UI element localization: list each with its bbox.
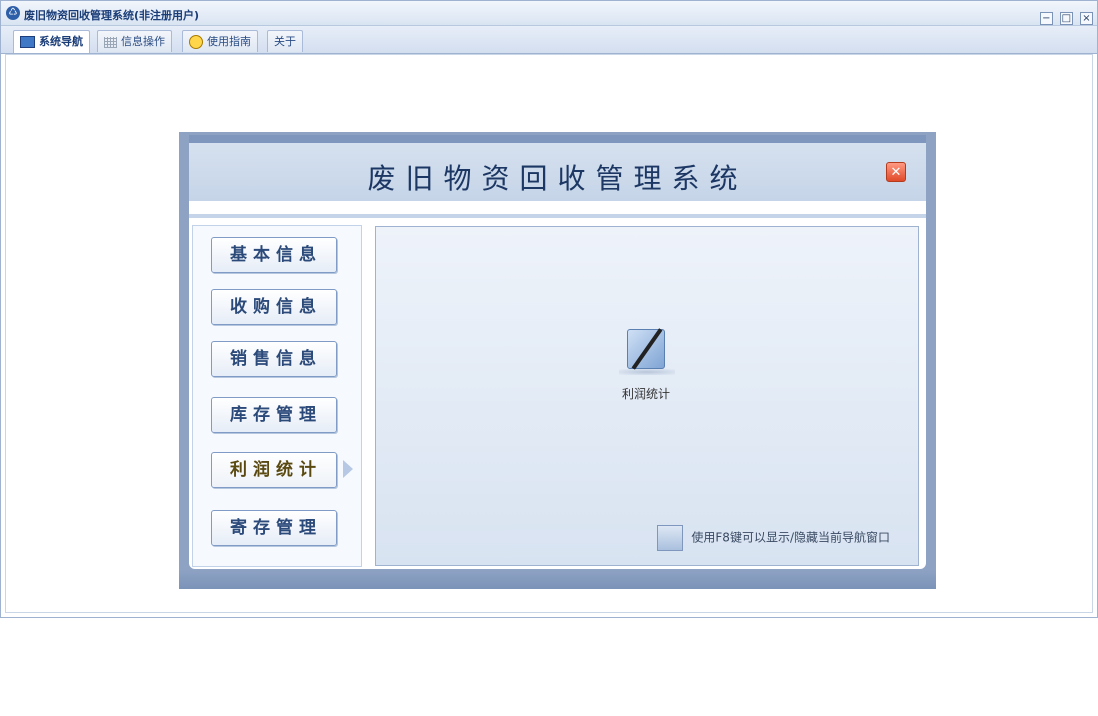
tab-label: 信息操作 — [121, 35, 165, 48]
panel-top-bar — [189, 135, 926, 143]
bulb-icon — [189, 35, 203, 49]
minimize-button[interactable]: − — [1039, 12, 1053, 25]
nav-inventory-button[interactable]: 库存管理 — [211, 397, 337, 433]
tab-label: 系统导航 — [39, 35, 83, 48]
close-icon[interactable]: ✕ — [886, 162, 906, 182]
folder-pen-icon — [619, 325, 675, 375]
nav-storage-button[interactable]: 寄存管理 — [211, 510, 337, 546]
tab-info-ops[interactable]: 信息操作 — [97, 30, 172, 52]
nav-sales-info-button[interactable]: 销售信息 — [211, 341, 337, 377]
hint-text: 使用F8键可以显示/隐藏当前导航窗口 — [691, 530, 890, 545]
window-controls: − □ × — [1038, 6, 1093, 25]
tab-user-guide[interactable]: 使用指南 — [182, 30, 258, 52]
panel-bottom-bar — [179, 569, 936, 589]
nav-sidebar: 基本信息 收购信息 销售信息 库存管理 利润统计 寄存管理 — [192, 225, 362, 567]
panel-title: 废旧物资回收管理系统 — [367, 162, 748, 195]
grid-icon — [104, 36, 117, 48]
feature-label: 利润统计 — [621, 387, 670, 401]
close-window-button[interactable]: × — [1080, 12, 1093, 25]
feature-pane: 利润统计 使用F8键可以显示/隐藏当前导航窗口 — [375, 226, 919, 566]
selected-arrow-icon — [343, 460, 353, 478]
nav-panel: 废旧物资回收管理系统 ✕ 基本信息 收购信息 销售信息 库存管理 利润统计 寄存… — [179, 132, 936, 589]
nav-basic-info-button[interactable]: 基本信息 — [211, 237, 337, 273]
tab-label: 关于 — [274, 35, 296, 48]
tab-bar: 系统导航 信息操作 使用指南 关于 — [1, 26, 1097, 54]
tab-about[interactable]: 关于 — [267, 30, 303, 52]
restore-button[interactable]: □ — [1059, 12, 1073, 25]
tab-system-nav[interactable]: 系统导航 — [13, 30, 90, 53]
tab-label: 使用指南 — [207, 35, 251, 48]
app-icon: ♺ — [6, 6, 20, 20]
panel-header: 废旧物资回收管理系统 ✕ — [189, 143, 926, 201]
title-bar: ♺ 废旧物资回收管理系统(非注册用户) − □ × — [1, 1, 1097, 26]
profit-stats-shortcut[interactable]: 利润统计 — [606, 325, 686, 402]
divider — [189, 214, 926, 218]
window-title: 废旧物资回收管理系统(非注册用户) — [24, 9, 200, 22]
nav-icon — [20, 36, 35, 48]
panel-body: 废旧物资回收管理系统 ✕ 基本信息 收购信息 销售信息 库存管理 利润统计 寄存… — [189, 143, 926, 569]
f8-hint: 使用F8键可以显示/隐藏当前导航窗口 — [657, 525, 890, 551]
nav-profit-stats-button[interactable]: 利润统计 — [211, 452, 337, 488]
cubes-icon — [657, 525, 684, 551]
nav-purchase-info-button[interactable]: 收购信息 — [211, 289, 337, 325]
